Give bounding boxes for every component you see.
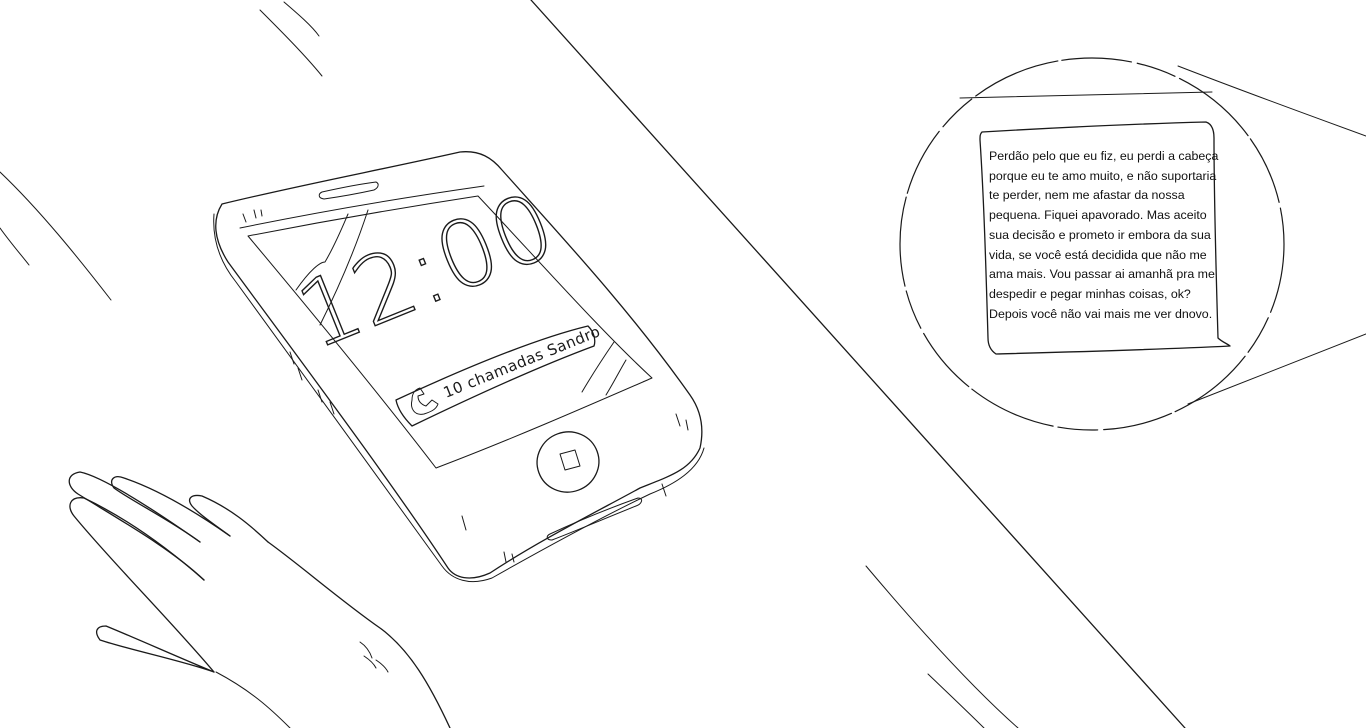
hand: [68, 471, 451, 728]
notification-text: 10 chamadas Sandro: [441, 322, 603, 402]
svg-text:12:00: 12:00: [283, 172, 569, 371]
sketch-scene: 12:00 10 chamadas Sandro: [0, 0, 1366, 728]
phone-icon: [411, 387, 439, 415]
message-line: porque eu te amo muito, e não suportaria: [989, 168, 1217, 183]
message-line: despedir e pegar minhas coisas, ok?: [989, 286, 1191, 301]
message-line: Depois você não vai mais me ver dnovo.: [989, 306, 1213, 321]
message-text: Perdão pelo que eu fiz, eu perdi a cabeç…: [989, 147, 1219, 324]
call-notification: 10 chamadas Sandro: [395, 322, 603, 427]
message-line: sua decisão e prometo ir embora da sua: [989, 227, 1211, 242]
message-line: te perder, nem me afastar da nossa: [989, 188, 1185, 203]
message-line: pequena. Fiquei apavorado. Mas aceito: [989, 208, 1207, 223]
motion-lines: [0, 1, 323, 301]
phone-clock: 12:00: [282, 171, 569, 371]
table-edge: [530, 0, 1186, 728]
home-button: [536, 431, 600, 493]
message-line: Perdão pelo que eu fiz, eu perdi a cabeç…: [989, 149, 1219, 163]
message-line: ama mais. Vou passar ai amanhã pra me: [989, 267, 1215, 282]
message-line: vida, se você está decidida que não me: [989, 247, 1207, 262]
